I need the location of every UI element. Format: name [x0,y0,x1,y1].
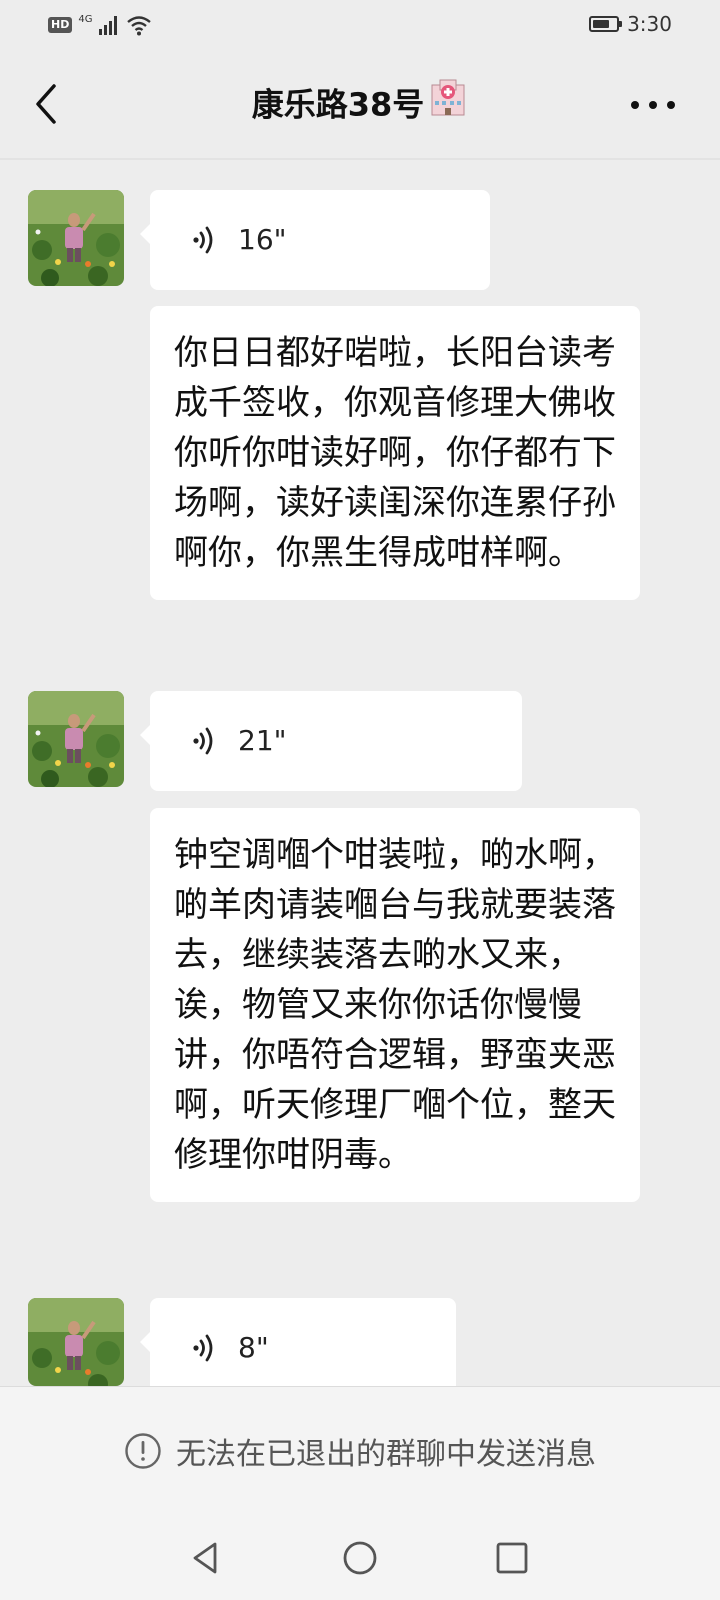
voice-duration: 16" [238,223,287,256]
text-message-bubble[interactable]: 你日日都好啱啦，长阳台读考成千签收，你观音修理大佛收你听你咁读好啊，你仔都冇下场… [150,306,640,600]
signal-icon [99,16,118,35]
system-home-button[interactable] [340,1538,380,1578]
system-back-button[interactable] [186,1538,226,1578]
bubble-tail [140,224,150,244]
clock: 3:30 [627,12,672,36]
info-circle-icon [125,1433,161,1469]
network-type: 4G [78,13,93,25]
hospital-emoji-icon [428,77,468,130]
voice-message-bubble[interactable]: 21" [140,691,522,791]
message-text: 钟空调嗰个咁装啦，啲水啊，啲羊肉请装嗰台与我就要装落去，继续装落去啲水又来，诶，… [174,835,616,1175]
bubble-tail [140,1332,150,1352]
battery-level [593,20,609,28]
notice-text: 无法在已退出的群聊中发送消息 [176,1437,596,1472]
sender-avatar[interactable] [28,1298,124,1386]
chat-title-row: 康乐路38号 [0,77,720,133]
message-text: 你日日都好啱啦，长阳台读考成千签收，你观音修理大佛收你听你咁读好啊，你仔都冇下场… [174,333,616,573]
triangle-back-icon [193,1542,217,1574]
wifi-icon [127,16,152,36]
square-recents-icon [496,1542,528,1574]
text-message-bubble[interactable]: 钟空调嗰个咁装啦，啲水啊，啲羊肉请装嗰台与我就要装落去，继续装落去啲水又来，诶，… [150,808,640,1202]
hd-badge: HD [48,17,73,33]
circle-home-icon [343,1541,377,1575]
chat-header: 康乐路38号 [0,52,720,156]
voice-duration: 21" [238,724,287,757]
status-left: HD 4G [48,12,152,38]
voice-wave-icon [193,727,213,755]
voice-wave-icon [193,226,213,254]
voice-wave-icon [193,1334,213,1362]
voice-duration: 8" [238,1331,269,1364]
status-right: 3:30 [589,10,672,38]
system-recents-button[interactable] [492,1538,532,1578]
battery-icon [589,16,623,32]
footer-notice-area: 无法在已退出的群聊中发送消息 [0,1386,720,1517]
sender-avatar[interactable] [28,691,124,787]
exited-group-notice: 无法在已退出的群聊中发送消息 [0,1429,720,1473]
sender-avatar[interactable] [28,190,124,286]
header-divider [0,158,720,160]
more-dots-icon [631,101,675,109]
voice-message-bubble[interactable]: 8" [140,1298,456,1386]
status-bar: HD 4G 3:30 [0,0,720,48]
more-button[interactable] [626,90,680,120]
voice-message-bubble[interactable]: 16" [140,190,490,290]
chat-title: 康乐路38号 [251,85,425,124]
bubble-tail [140,725,150,745]
system-navigation-bar [0,1516,720,1600]
